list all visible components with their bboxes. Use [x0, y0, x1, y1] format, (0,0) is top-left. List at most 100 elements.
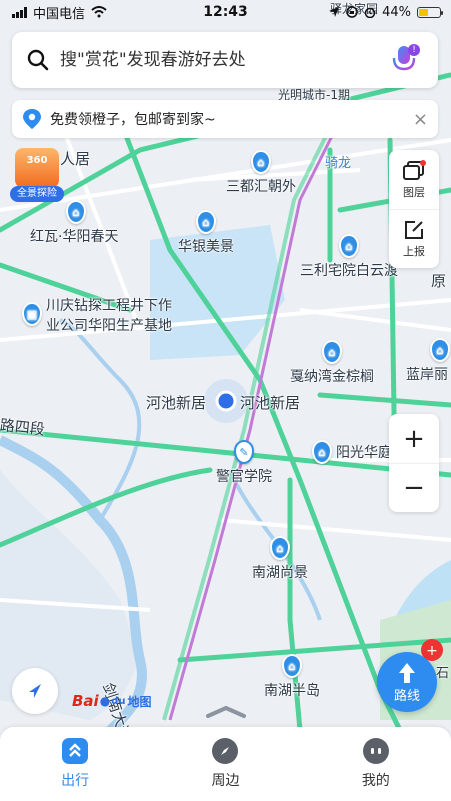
poi-sanli[interactable]: ⌂ 三利宅院白云渡	[300, 234, 398, 280]
carrier: 中国电信	[33, 6, 86, 22]
layers-label: 图层	[403, 185, 425, 199]
map-label-ju: 人居	[60, 150, 91, 168]
search-input[interactable]	[60, 50, 384, 70]
route-arrow-icon	[399, 662, 415, 683]
zoom-in-button[interactable]: +	[389, 414, 439, 463]
alarm-icon	[364, 7, 376, 18]
tab-label: 周边	[211, 773, 240, 789]
poi-label: 三利宅院白云渡	[300, 263, 398, 279]
poi-yangguang[interactable]: ⌂ 阳光华庭	[312, 440, 392, 464]
residence-icon: ⌂	[251, 150, 271, 174]
voice-search-button[interactable]: !	[384, 40, 424, 80]
logo-map: 地图	[127, 694, 152, 709]
logo-du: du	[111, 695, 126, 707]
signal-icon	[12, 6, 27, 18]
tab-travel[interactable]: 出行	[0, 727, 150, 801]
panorama-number: 360	[26, 155, 48, 166]
battery-percent: 44%	[382, 4, 411, 20]
poi-label-line-2: 业公司华阳生产基地	[46, 318, 172, 334]
poi-label: 阳光华庭	[336, 445, 392, 461]
search-icon	[27, 49, 49, 71]
poi-label: 蓝岸丽	[406, 367, 448, 383]
tab-label: 我的	[361, 773, 390, 789]
route-button[interactable]: 路线	[377, 652, 437, 712]
poi-chuanqing[interactable]: ▣ 川庆钻探工程井下作 业公司华阳生产基地	[22, 296, 172, 336]
residence-icon: ⌂	[282, 654, 302, 678]
rotation-lock-icon	[346, 6, 358, 18]
mic-badge: !	[408, 44, 420, 56]
banner-text: 免费领橙子，包邮寄到家~	[50, 112, 216, 128]
residence-icon: ⌂	[196, 210, 216, 234]
map-label-yilong: 骑龙	[325, 156, 352, 171]
poi-label: 南湖尚景	[252, 565, 308, 581]
residence-icon: ⌂	[322, 340, 342, 364]
close-icon[interactable]: ×	[413, 109, 428, 130]
residence-icon: ⌂	[270, 536, 290, 560]
tab-profile[interactable]: 我的	[301, 727, 451, 801]
tab-nearby[interactable]: 周边	[150, 727, 300, 801]
compass-icon	[212, 738, 239, 764]
poi-label-line-1: 川庆钻探工程井下作	[46, 298, 172, 314]
edit-icon	[405, 221, 423, 239]
battery-icon	[417, 6, 443, 18]
poi-label: 三都汇朝外	[226, 179, 296, 195]
poi-nanhu-bandao[interactable]: ⌂ 南湖半岛	[264, 654, 320, 700]
map-label-hechi-right: 河池新居	[240, 394, 301, 412]
route-label: 路线	[393, 688, 420, 704]
status-right: 44%	[328, 4, 443, 20]
poi-lanan[interactable]: ⌂ 蓝岸丽	[406, 338, 450, 384]
layers-button[interactable]: 图层	[389, 150, 439, 209]
battery-level	[419, 8, 428, 16]
map-label-hechi-left: 河池新居	[146, 394, 207, 412]
poi-jingguan[interactable]: ✎ 警官学院	[216, 440, 272, 486]
wifi-icon	[91, 6, 107, 18]
map-label-yuan: 原	[431, 272, 447, 290]
svg-text:+: +	[426, 643, 438, 659]
layers-icon	[403, 159, 426, 180]
poi-label: 红瓦·华阳春天	[30, 229, 119, 245]
travel-icon	[62, 738, 89, 764]
residence-icon: ⌂	[430, 338, 450, 362]
panorama-explore-button[interactable]: 360 全景探险	[10, 148, 64, 202]
poi-label: 川庆钻探工程井下作 业公司华阳生产基地	[46, 296, 172, 336]
panorama-360-icon: 360	[15, 148, 59, 188]
poi-huayin[interactable]: ⌂ 华银美景	[178, 210, 234, 256]
poi-label: 戛纳湾金棕榈	[290, 369, 374, 385]
tab-label: 出行	[61, 773, 90, 789]
poi-sandu[interactable]: ⌂ 三都汇朝外	[226, 150, 296, 196]
bottom-tab-bar: 出行 周边 我的	[0, 727, 451, 801]
locate-button[interactable]	[12, 668, 58, 714]
map-tools-panel: 图层 上报	[389, 150, 439, 268]
location-pin-icon	[23, 109, 41, 129]
search-bar[interactable]: !	[12, 32, 438, 88]
poi-label: 警官学院	[216, 469, 272, 485]
zoom-out-button[interactable]: −	[389, 463, 439, 512]
current-location-marker	[215, 390, 237, 412]
map-label-road-four: 路四段	[0, 416, 46, 439]
school-icon: ✎	[234, 440, 254, 464]
report-label: 上报	[403, 245, 425, 258]
logo-bai: Bai	[72, 692, 99, 710]
locate-icon	[29, 684, 41, 698]
company-icon: ▣	[22, 302, 42, 326]
residence-icon: ⌂	[339, 234, 359, 258]
report-button[interactable]: 上报	[389, 209, 439, 268]
status-time: 12:43	[203, 4, 248, 20]
panorama-label: 全景探险	[10, 186, 64, 202]
status-bar: 中国电信 12:43 44%	[0, 0, 451, 24]
poi-label: 南湖半岛	[264, 683, 320, 699]
baidu-map-logo: Bai ● du 地图	[72, 692, 151, 710]
status-left: 中国电信	[12, 3, 107, 22]
poi-label: 华银美景	[178, 239, 234, 255]
poi-xiana[interactable]: ⌂ 戛纳湾金棕榈	[290, 340, 374, 386]
paw-icon: ●	[99, 694, 111, 708]
poi-hongwa[interactable]: ⌂ 红瓦·华阳春天	[30, 200, 118, 246]
panel-drag-handle[interactable]	[204, 705, 248, 719]
promo-banner[interactable]: 免费领橙子，包邮寄到家~ ×	[12, 100, 438, 138]
poi-nanhu-shangjing[interactable]: ⌂ 南湖尚景	[252, 536, 308, 582]
zoom-controls: + −	[389, 414, 439, 512]
residence-icon: ⌂	[66, 200, 86, 224]
residence-icon: ⌂	[312, 440, 332, 464]
profile-icon	[362, 738, 389, 764]
location-arrow-icon	[329, 7, 340, 17]
